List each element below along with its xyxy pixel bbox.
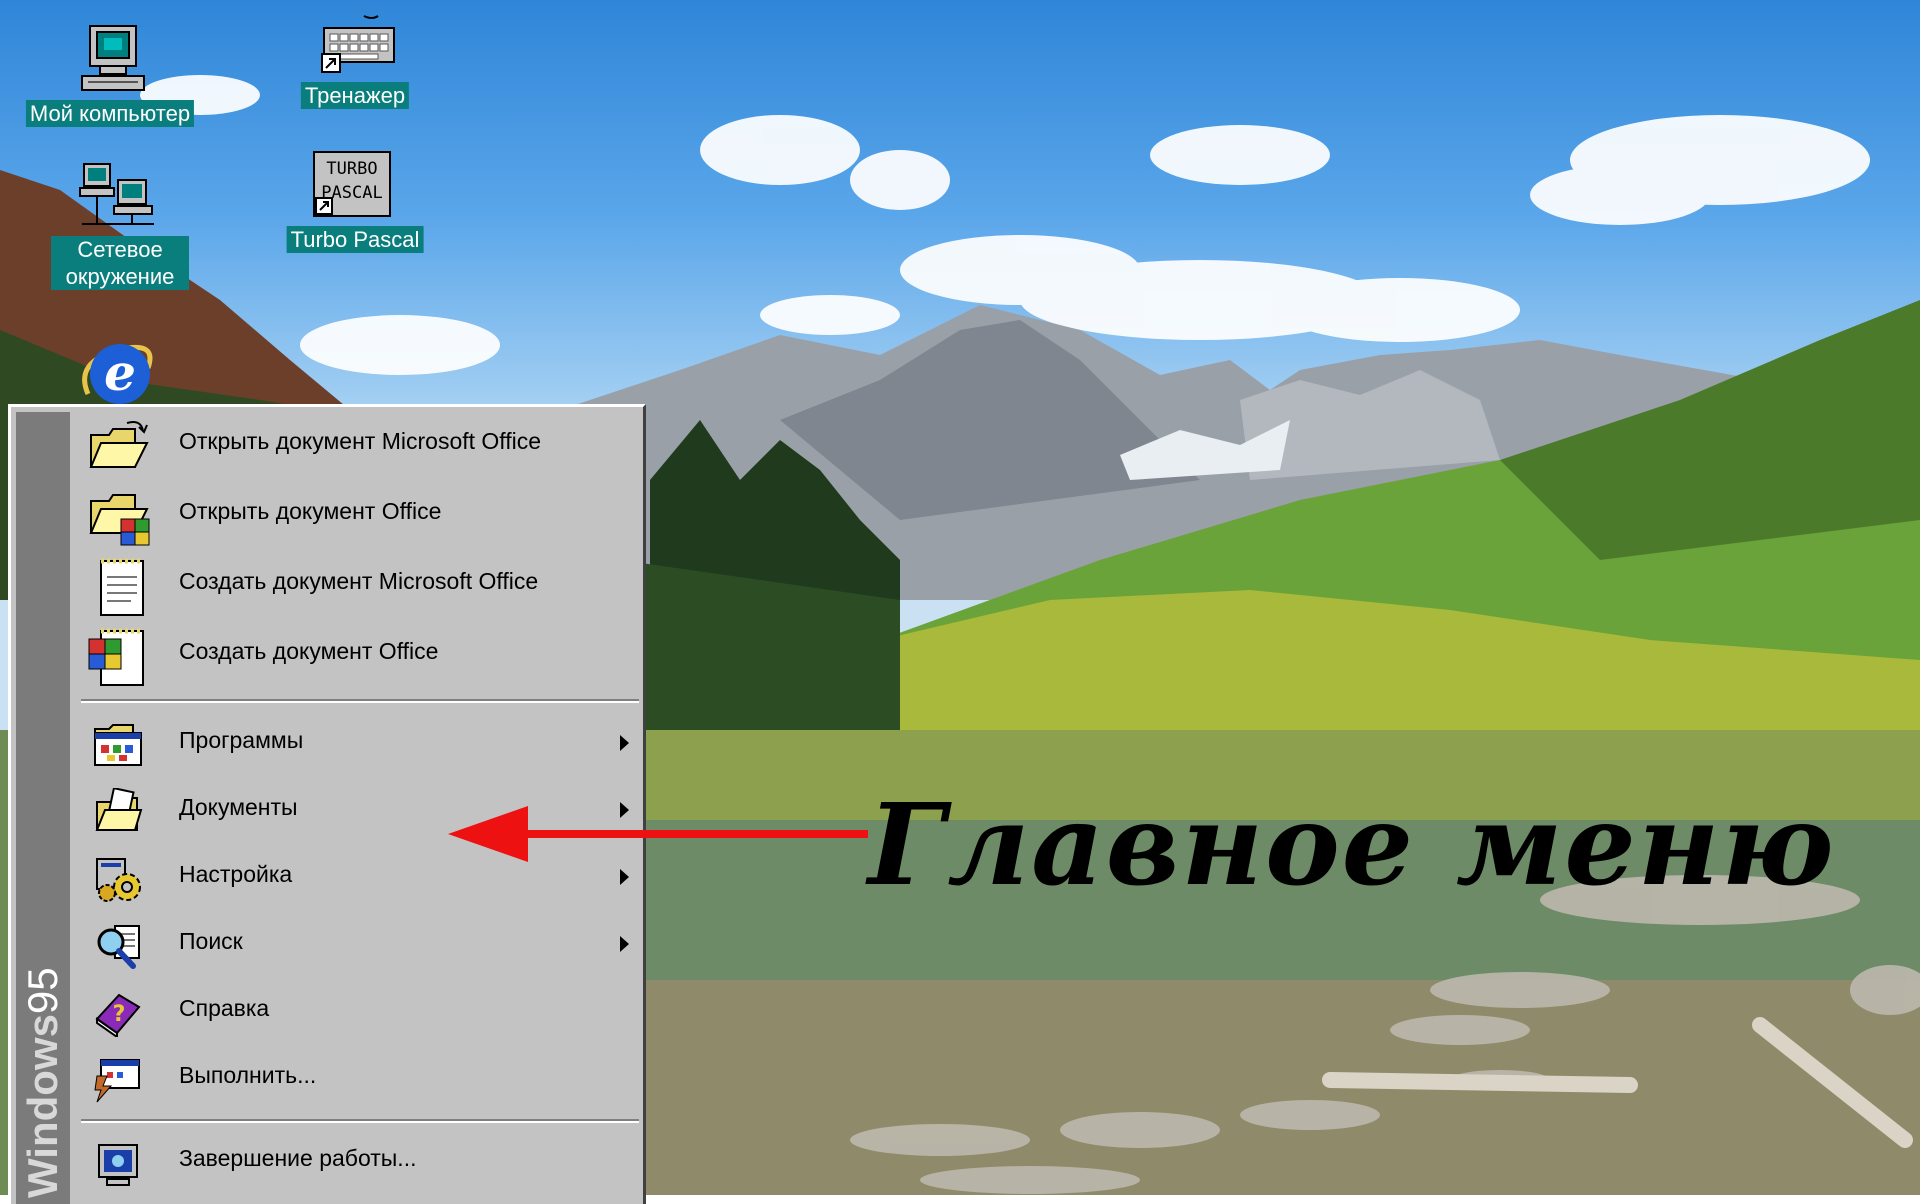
menu-item-label: Программы bbox=[179, 727, 304, 753]
open-folder-icon bbox=[89, 421, 149, 468]
brand-name: Windows bbox=[19, 1014, 66, 1198]
windows95-brand: Windows95 bbox=[16, 948, 70, 1198]
start-menu-sidebar: Windows95 bbox=[16, 412, 70, 1204]
menu-item-new-office-document[interactable]: Создать документ Office bbox=[79, 621, 639, 686]
desktop-icon-label: Сетевое окружение bbox=[51, 236, 189, 290]
start-menu: Windows95 Открыть документ Microsoft Off… bbox=[8, 404, 646, 1204]
menu-item-open-ms-office-document[interactable]: Открыть документ Microsoft Office bbox=[79, 411, 639, 475]
desktop-icon-label: Мой компьютер bbox=[25, 100, 195, 127]
menu-item-open-office-document[interactable]: Открыть документ Office bbox=[79, 481, 639, 546]
desktop-icon-trainer[interactable]: Тренажер bbox=[250, 10, 460, 120]
menu-item-label: Открыть документ Office bbox=[179, 498, 442, 524]
annotation-arrow bbox=[448, 806, 868, 862]
menu-item-label: Справка bbox=[179, 995, 270, 1021]
menu-separator bbox=[81, 1119, 639, 1123]
menu-item-shutdown[interactable]: Завершение работы... bbox=[79, 1131, 639, 1195]
turbo-pascal-logo-icon: TURBO PASCAL bbox=[313, 151, 391, 217]
menu-item-label: Выполнить... bbox=[179, 1062, 317, 1088]
menu-item-label: Документы bbox=[179, 794, 298, 820]
computer-icon bbox=[81, 25, 145, 91]
menu-item-label: Открыть документ Microsoft Office bbox=[179, 428, 542, 454]
svg-text:e: e bbox=[104, 343, 136, 402]
menu-item-label: Поиск bbox=[179, 928, 243, 954]
menu-item-label: Создать документ Office bbox=[179, 638, 439, 664]
new-document-icon bbox=[100, 558, 144, 616]
desktop-icon-turbo-pascal[interactable]: TURBO PASCAL Turbo Pascal bbox=[260, 150, 450, 260]
brand-version: 95 bbox=[19, 967, 66, 1015]
network-neighborhood-icon bbox=[79, 163, 154, 225]
settings-gear-icon bbox=[96, 858, 141, 902]
menu-item-help[interactable]: ? Справка bbox=[79, 981, 639, 1045]
desktop-icon-my-computer[interactable]: Мой компьютер bbox=[0, 20, 220, 140]
menu-item-label: Завершение работы... bbox=[179, 1145, 417, 1171]
documents-folder-icon bbox=[95, 788, 143, 831]
internet-explorer-icon[interactable]: e bbox=[78, 332, 164, 410]
svg-text:TURBO: TURBO bbox=[326, 159, 377, 179]
keyboard-shortcut-icon bbox=[321, 15, 395, 73]
shutdown-computer-icon bbox=[98, 1144, 138, 1186]
menu-item-label: Настройка bbox=[179, 861, 293, 887]
menu-item-label: Создать документ Microsoft Office bbox=[179, 568, 539, 594]
menu-item-new-ms-office-document[interactable]: Создать документ Microsoft Office bbox=[79, 551, 639, 616]
submenu-arrow-icon bbox=[620, 735, 629, 751]
desktop-icon-label: Тренажер bbox=[300, 82, 410, 109]
menu-item-run[interactable]: Выполнить... bbox=[79, 1048, 639, 1112]
help-book-icon: ? bbox=[95, 993, 141, 1037]
run-icon bbox=[94, 1059, 140, 1103]
submenu-arrow-icon bbox=[620, 936, 629, 952]
desktop-icon-label: Turbo Pascal bbox=[286, 226, 424, 253]
annotation-main-menu-label: Главное меню bbox=[868, 780, 1836, 911]
menu-separator bbox=[81, 699, 639, 703]
magnifier-icon bbox=[97, 925, 140, 969]
desktop-icon-network[interactable]: Сетевое окружение bbox=[20, 160, 220, 300]
programs-folder-icon bbox=[94, 724, 142, 766]
menu-item-find[interactable]: Поиск bbox=[79, 914, 639, 978]
open-folder-puzzle-icon bbox=[89, 494, 150, 546]
menu-item-programs[interactable]: Программы bbox=[79, 713, 639, 777]
submenu-arrow-icon bbox=[620, 869, 629, 885]
svg-text:?: ? bbox=[113, 1002, 126, 1027]
new-document-puzzle-icon bbox=[88, 628, 144, 686]
